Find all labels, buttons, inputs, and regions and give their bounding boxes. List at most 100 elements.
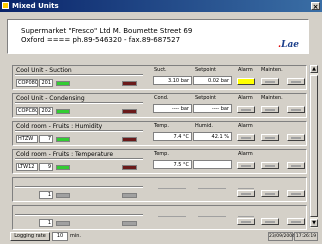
logging-rate-input[interactable]: 10 bbox=[52, 232, 68, 241]
measure2-label: Setpoint bbox=[195, 67, 216, 73]
status-led-red bbox=[122, 193, 137, 198]
maintenance-button[interactable] bbox=[261, 162, 279, 169]
header-address-line: Supermarket "Fresco" Ltd M. Boumette Str… bbox=[21, 27, 193, 35]
app-icon bbox=[2, 2, 9, 9]
status-led-red bbox=[122, 109, 137, 114]
unit-panel-cool-condensing: Cool Unit - Condensing COPC80 202 Cond. … bbox=[12, 93, 307, 118]
maintenance-button[interactable] bbox=[261, 106, 279, 113]
measure1-value: 7.5 °C bbox=[153, 160, 192, 169]
controller-model: COPC80 bbox=[16, 107, 38, 115]
alarm-indicator-button[interactable] bbox=[237, 218, 255, 225]
unit-panel-coldroom-humidity: Cold room - Fruits : Humidity HTZW 7 Tem… bbox=[12, 121, 307, 146]
maintenance-button[interactable] bbox=[261, 218, 279, 225]
status-led-red bbox=[122, 165, 137, 170]
alarm-indicator-button[interactable] bbox=[237, 190, 255, 197]
extra-button[interactable] bbox=[287, 190, 305, 197]
extra-button[interactable] bbox=[287, 218, 305, 225]
controller-model: LTW12 bbox=[16, 163, 38, 171]
empty-slot-line bbox=[238, 216, 254, 217]
scroll-thumb[interactable] bbox=[310, 75, 318, 217]
measure2-value: 42.1 % bbox=[193, 132, 232, 141]
close-button[interactable]: × bbox=[311, 2, 320, 11]
unit-name: Cold room - Fruits : Temperature bbox=[16, 151, 114, 158]
scroll-down-icon[interactable]: ▼ bbox=[310, 219, 318, 227]
unit-panel-coldroom-temperature: Cold room - Fruits : Temperature LTW12 9… bbox=[12, 149, 307, 174]
controller-model: COP080 bbox=[16, 79, 38, 87]
alarm-indicator-button[interactable] bbox=[237, 106, 255, 113]
window-title: Mixed Units bbox=[12, 2, 59, 10]
measure1-label: Cond. bbox=[154, 95, 169, 101]
status-led-red bbox=[122, 221, 137, 226]
alarm-indicator-button[interactable] bbox=[237, 162, 255, 169]
unit-panel-cool-suction: Cool Unit - Suction COP080 201 Suct. 3.1… bbox=[12, 65, 307, 90]
controller-address: 9 bbox=[39, 163, 53, 171]
divider bbox=[15, 186, 143, 188]
divider bbox=[15, 214, 143, 216]
divider bbox=[15, 130, 143, 132]
controller-address: 1 bbox=[39, 191, 53, 199]
maintenance-label: Mainten. bbox=[261, 95, 283, 101]
measure1-label: Temp. bbox=[154, 151, 169, 157]
lae-logo: .Lae bbox=[278, 40, 299, 50]
measure2-value: ---- bar bbox=[193, 104, 232, 113]
measure1-value: 3.10 bar bbox=[153, 76, 192, 85]
controller-address: 1 bbox=[39, 219, 53, 227]
controller-address: 202 bbox=[39, 107, 53, 115]
measure2-label: Humid. bbox=[195, 123, 213, 129]
status-led-red bbox=[122, 137, 137, 142]
status-bar: Logging rate 10 min. 23/09/2004 17:26:19 bbox=[2, 231, 320, 242]
empty-slot-line bbox=[158, 188, 186, 189]
extra-button[interactable] bbox=[287, 106, 305, 113]
unit-panel-empty: 1 bbox=[12, 205, 307, 230]
unit-name: Cold room - Fruits : Humidity bbox=[16, 123, 103, 130]
controller-address: 201 bbox=[39, 79, 53, 87]
alarm-label: Alarm bbox=[238, 151, 253, 157]
maintenance-button[interactable] bbox=[261, 190, 279, 197]
controller-model: HTZW bbox=[16, 135, 38, 143]
divider bbox=[15, 158, 143, 160]
status-led-green bbox=[56, 137, 70, 142]
divider bbox=[15, 102, 143, 104]
measure1-label: Temp. bbox=[154, 123, 169, 129]
controller-address: 7 bbox=[39, 135, 53, 143]
status-led-red bbox=[122, 81, 137, 86]
unit-name: Cool Unit - Suction bbox=[16, 67, 72, 74]
measure1-value: ---- bar bbox=[153, 104, 192, 113]
status-led-green bbox=[56, 193, 70, 198]
status-date: 23/09/2004 bbox=[268, 232, 295, 241]
extra-button[interactable] bbox=[287, 162, 305, 169]
header-contact-line: Oxford ==== ph.89-546320 - fax.89-687527 bbox=[21, 36, 181, 44]
logo-text: Lae bbox=[281, 40, 300, 50]
measure2-label: Setpoint bbox=[195, 95, 216, 101]
status-led-green bbox=[56, 81, 70, 86]
extra-button[interactable] bbox=[287, 134, 305, 141]
vertical-scrollbar[interactable]: ▲ ▼ bbox=[309, 65, 318, 228]
maintenance-label: Mainten. bbox=[261, 67, 283, 73]
empty-slot-line bbox=[198, 216, 226, 217]
window-client: Supermarket "Fresco" Ltd M. Boumette Str… bbox=[2, 13, 320, 242]
scroll-up-icon[interactable]: ▲ bbox=[310, 65, 318, 73]
empty-slot-line bbox=[158, 216, 186, 217]
status-led-green bbox=[56, 165, 70, 170]
alarm-indicator-button[interactable] bbox=[237, 134, 255, 141]
site-header: Supermarket "Fresco" Ltd M. Boumette Str… bbox=[7, 19, 309, 54]
unit-panel-empty: 1 bbox=[12, 177, 307, 202]
alarm-label: Alarm bbox=[238, 67, 253, 73]
empty-slot-line bbox=[198, 188, 226, 189]
status-led-green bbox=[56, 221, 70, 226]
alarm-indicator-button[interactable] bbox=[237, 78, 255, 85]
alarm-label: Alarm bbox=[238, 95, 253, 101]
status-time: 17:26:19 bbox=[294, 232, 318, 241]
measure1-label: Suct. bbox=[154, 67, 167, 73]
extra-button[interactable] bbox=[287, 78, 305, 85]
title-bar: Mixed Units × bbox=[0, 0, 322, 12]
divider bbox=[15, 74, 143, 76]
logging-rate-unit: min. bbox=[70, 233, 82, 239]
maintenance-button[interactable] bbox=[261, 134, 279, 141]
logging-rate-button[interactable]: Logging rate bbox=[10, 232, 50, 241]
empty-slot-line bbox=[238, 188, 254, 189]
maintenance-button[interactable] bbox=[261, 78, 279, 85]
measure2-value bbox=[193, 160, 232, 169]
status-led-green bbox=[56, 109, 70, 114]
measure1-value: 7.4 °C bbox=[153, 132, 192, 141]
